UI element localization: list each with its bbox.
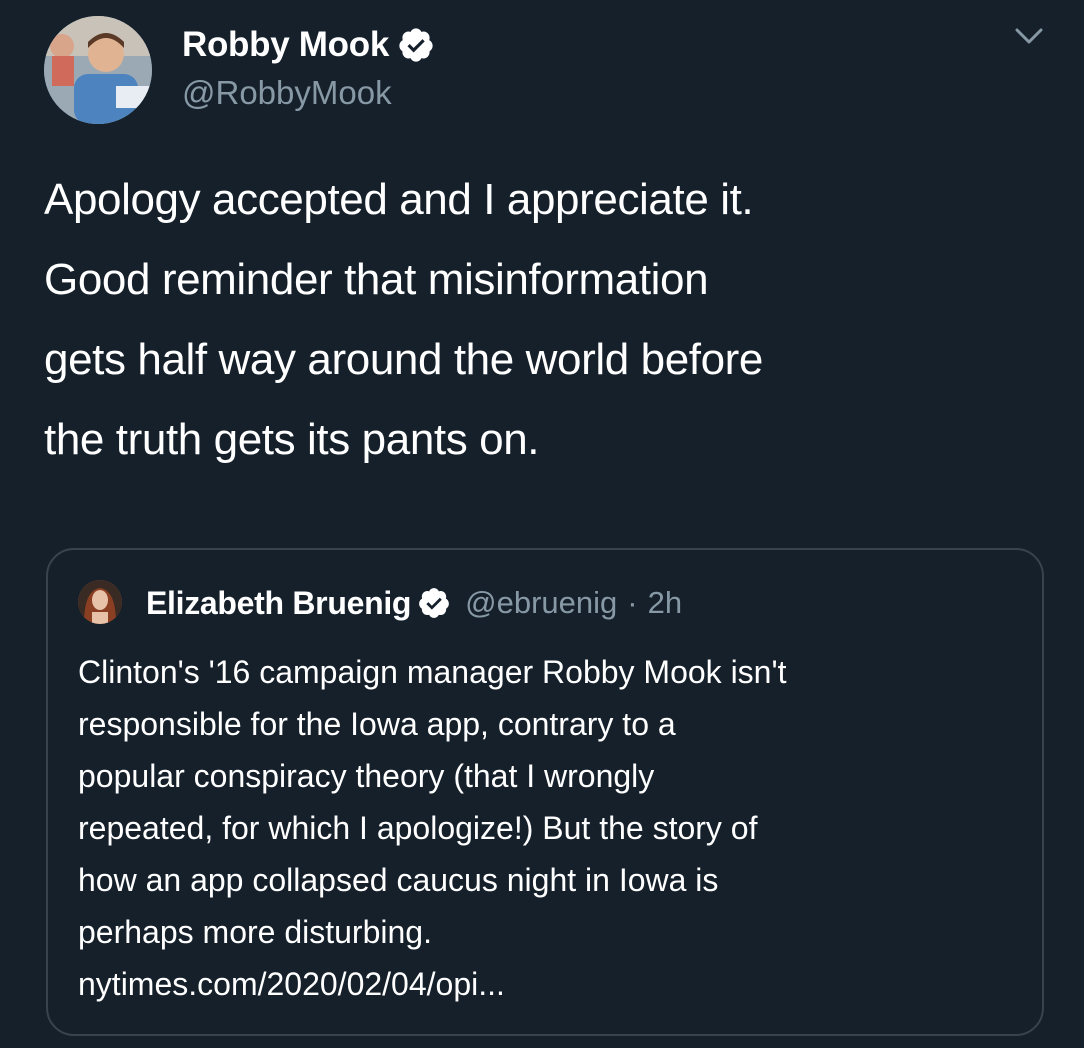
quoted-tweet-card[interactable]: Elizabeth Bruenig @ebruenig · 2h Clinton… bbox=[46, 548, 1044, 1036]
quoted-tweet-timestamp[interactable]: 2h bbox=[648, 585, 682, 621]
quoted-author-avatar[interactable] bbox=[78, 580, 122, 624]
author-avatar[interactable] bbox=[44, 16, 152, 124]
verified-badge-icon bbox=[419, 588, 450, 618]
quoted-tweet-text: Clinton's '16 campaign manager Robby Moo… bbox=[78, 654, 787, 1002]
tweet-text: Apology accepted and I appreciate it. Go… bbox=[44, 175, 763, 464]
verified-badge-icon bbox=[399, 28, 433, 62]
author-name-row: Robby Mook bbox=[182, 20, 435, 70]
quoted-avatar-image bbox=[78, 580, 122, 624]
chevron-down-icon[interactable] bbox=[1014, 26, 1044, 48]
quoted-author-name[interactable]: Elizabeth Bruenig bbox=[146, 585, 411, 622]
author-name[interactable]: Robby Mook bbox=[182, 25, 389, 65]
author-handle[interactable]: @RobbyMook bbox=[182, 74, 392, 112]
avatar-image bbox=[44, 16, 152, 124]
separator-dot: · bbox=[627, 585, 638, 620]
tweet: Robby Mook @RobbyMook Apology accepted a… bbox=[0, 0, 1084, 1048]
quoted-author-handle[interactable]: @ebruenig bbox=[465, 585, 617, 621]
quoted-tweet-header: Elizabeth Bruenig @ebruenig · 2h bbox=[146, 580, 682, 626]
